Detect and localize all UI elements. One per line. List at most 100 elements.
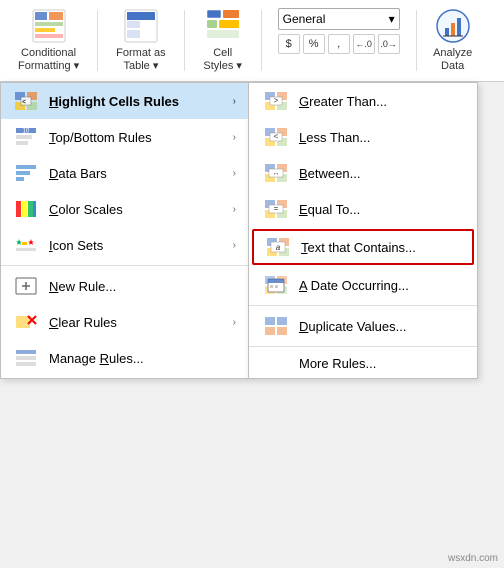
analyze-data-icon bbox=[433, 8, 473, 45]
svg-text:=: = bbox=[274, 204, 279, 213]
conditional-formatting-label: ConditionalFormatting ▾ bbox=[18, 47, 79, 73]
increase-decimal-button[interactable]: .0→ bbox=[378, 34, 400, 54]
greaterthan-icon: > bbox=[263, 90, 289, 112]
number-format-dropdown[interactable]: General ▾ bbox=[278, 8, 400, 30]
format-as-table-icon bbox=[121, 8, 161, 45]
conditional-formatting-button[interactable]: ConditionalFormatting ▾ bbox=[8, 4, 89, 77]
svg-text:a: a bbox=[276, 243, 281, 252]
dropdown-arrow-icon: ▾ bbox=[389, 12, 395, 26]
iconsets-label: Icon Sets bbox=[49, 238, 223, 253]
svg-text:10: 10 bbox=[23, 129, 30, 135]
topbottom-label: Top/Bottom Rules bbox=[49, 130, 223, 145]
clearrules-icon bbox=[13, 311, 39, 333]
menu-item-databars[interactable]: Data Bars › bbox=[1, 155, 248, 191]
equalto-label: Equal To... bbox=[299, 202, 360, 217]
number-format-group: General ▾ $ % , ←.0 .0→ bbox=[270, 4, 408, 77]
right-menu-divider-1 bbox=[249, 305, 477, 306]
decrease-decimal-icon: ←.0 bbox=[355, 40, 372, 49]
colorscales-label: Color Scales bbox=[49, 202, 223, 217]
between-label: Between... bbox=[299, 166, 360, 181]
ribbon-divider-1 bbox=[97, 10, 98, 71]
dropdown-container: < Highlight Cells Rules › 10 Top/Bottom … bbox=[0, 82, 504, 379]
right-menu-item-textcontains[interactable]: a Text that Contains... bbox=[252, 229, 474, 265]
format-as-table-button[interactable]: Format asTable ▾ bbox=[106, 4, 176, 77]
svg-text:>: > bbox=[274, 96, 279, 105]
iconsets-icon bbox=[13, 234, 39, 256]
number-format-buttons: $ % , ←.0 .0→ bbox=[278, 34, 400, 54]
clearrules-arrow: › bbox=[233, 317, 236, 328]
highlight-label: Highlight Cells Rules bbox=[49, 94, 223, 109]
databars-label: Data Bars bbox=[49, 166, 223, 181]
more-rules-item[interactable]: More Rules... bbox=[249, 349, 477, 378]
equalto-icon: = bbox=[263, 198, 289, 220]
format-as-table-label: Format asTable ▾ bbox=[116, 47, 166, 73]
highlight-arrow: › bbox=[233, 96, 236, 107]
menu-item-clearrules[interactable]: Clear Rules › bbox=[1, 304, 248, 340]
between-icon: ↔ bbox=[263, 162, 289, 184]
ribbon: ConditionalFormatting ▾ Format asTable ▾ bbox=[0, 0, 504, 82]
svg-text:<: < bbox=[22, 99, 26, 106]
topbottom-arrow: › bbox=[233, 132, 236, 143]
highlight-icon: < bbox=[13, 90, 39, 112]
databars-icon bbox=[13, 162, 39, 184]
menu-item-highlight[interactable]: < Highlight Cells Rules › bbox=[1, 83, 248, 119]
more-rules-label: More Rules... bbox=[299, 356, 376, 371]
right-menu-divider-2 bbox=[249, 346, 477, 347]
right-menu-item-duplicatevalues[interactable]: Duplicate Values... bbox=[249, 308, 477, 344]
colorscales-icon bbox=[13, 198, 39, 220]
decrease-decimal-button[interactable]: ←.0 bbox=[353, 34, 375, 54]
analyze-data-label: AnalyzeData bbox=[433, 47, 472, 73]
managerules-label: Manage Rules... bbox=[49, 351, 236, 366]
cell-styles-button[interactable]: CellStyles ▾ bbox=[193, 4, 253, 77]
greaterthan-label: Greater Than... bbox=[299, 94, 387, 109]
menu-item-topbottom[interactable]: 10 Top/Bottom Rules › bbox=[1, 119, 248, 155]
lessthan-label: Less Than... bbox=[299, 130, 370, 145]
newrule-icon bbox=[13, 275, 39, 297]
dollar-button[interactable]: $ bbox=[278, 34, 300, 54]
comma-icon: , bbox=[337, 38, 340, 50]
number-format-dropdown-row: General ▾ bbox=[278, 8, 400, 30]
menu-item-iconsets[interactable]: Icon Sets › bbox=[1, 227, 248, 263]
colorscales-arrow: › bbox=[233, 204, 236, 215]
duplicatevalues-icon bbox=[263, 315, 289, 337]
left-menu: < Highlight Cells Rules › 10 Top/Bottom … bbox=[0, 82, 248, 379]
managerules-icon bbox=[13, 347, 39, 369]
clearrules-label: Clear Rules bbox=[49, 315, 223, 330]
iconsets-arrow: › bbox=[233, 240, 236, 251]
svg-text:<: < bbox=[274, 132, 279, 141]
percent-icon: % bbox=[309, 38, 319, 50]
left-menu-divider-1 bbox=[1, 265, 248, 266]
menu-item-newrule[interactable]: New Rule... bbox=[1, 268, 248, 304]
ribbon-divider-3 bbox=[261, 10, 262, 71]
analyze-data-button[interactable]: AnalyzeData bbox=[425, 4, 481, 77]
svg-text:↔: ↔ bbox=[273, 170, 280, 177]
right-menu-item-lessthan[interactable]: < Less Than... bbox=[249, 119, 477, 155]
cell-styles-icon bbox=[203, 8, 243, 45]
adateoccurring-label: A Date Occurring... bbox=[299, 278, 409, 293]
lessthan-icon: < bbox=[263, 126, 289, 148]
right-menu: > Greater Than... < Less Than... bbox=[248, 82, 478, 379]
number-format-value: General bbox=[283, 12, 326, 26]
dollar-icon: $ bbox=[286, 38, 292, 50]
right-menu-item-greaterthan[interactable]: > Greater Than... bbox=[249, 83, 477, 119]
increase-decimal-icon: .0→ bbox=[380, 40, 397, 49]
percent-button[interactable]: % bbox=[303, 34, 325, 54]
textcontains-icon: a bbox=[265, 236, 291, 258]
newrule-label: New Rule... bbox=[49, 279, 236, 294]
menu-item-managerules[interactable]: Manage Rules... bbox=[1, 340, 248, 376]
menu-item-colorscales[interactable]: Color Scales › bbox=[1, 191, 248, 227]
cell-styles-label: CellStyles ▾ bbox=[203, 47, 242, 73]
adateoccurring-icon bbox=[263, 274, 289, 296]
right-menu-item-between[interactable]: ↔ Between... bbox=[249, 155, 477, 191]
right-menu-item-adateoccurring[interactable]: A Date Occurring... bbox=[249, 267, 477, 303]
comma-button[interactable]: , bbox=[328, 34, 350, 54]
watermark: wsxdn.com bbox=[448, 553, 498, 564]
textcontains-label: Text that Contains... bbox=[301, 240, 416, 255]
conditional-formatting-icon bbox=[29, 8, 69, 45]
ribbon-divider-4 bbox=[416, 10, 417, 71]
topbottom-icon: 10 bbox=[13, 126, 39, 148]
right-menu-item-equalto[interactable]: = Equal To... bbox=[249, 191, 477, 227]
duplicatevalues-label: Duplicate Values... bbox=[299, 319, 406, 334]
databars-arrow: › bbox=[233, 168, 236, 179]
ribbon-divider-2 bbox=[184, 10, 185, 71]
